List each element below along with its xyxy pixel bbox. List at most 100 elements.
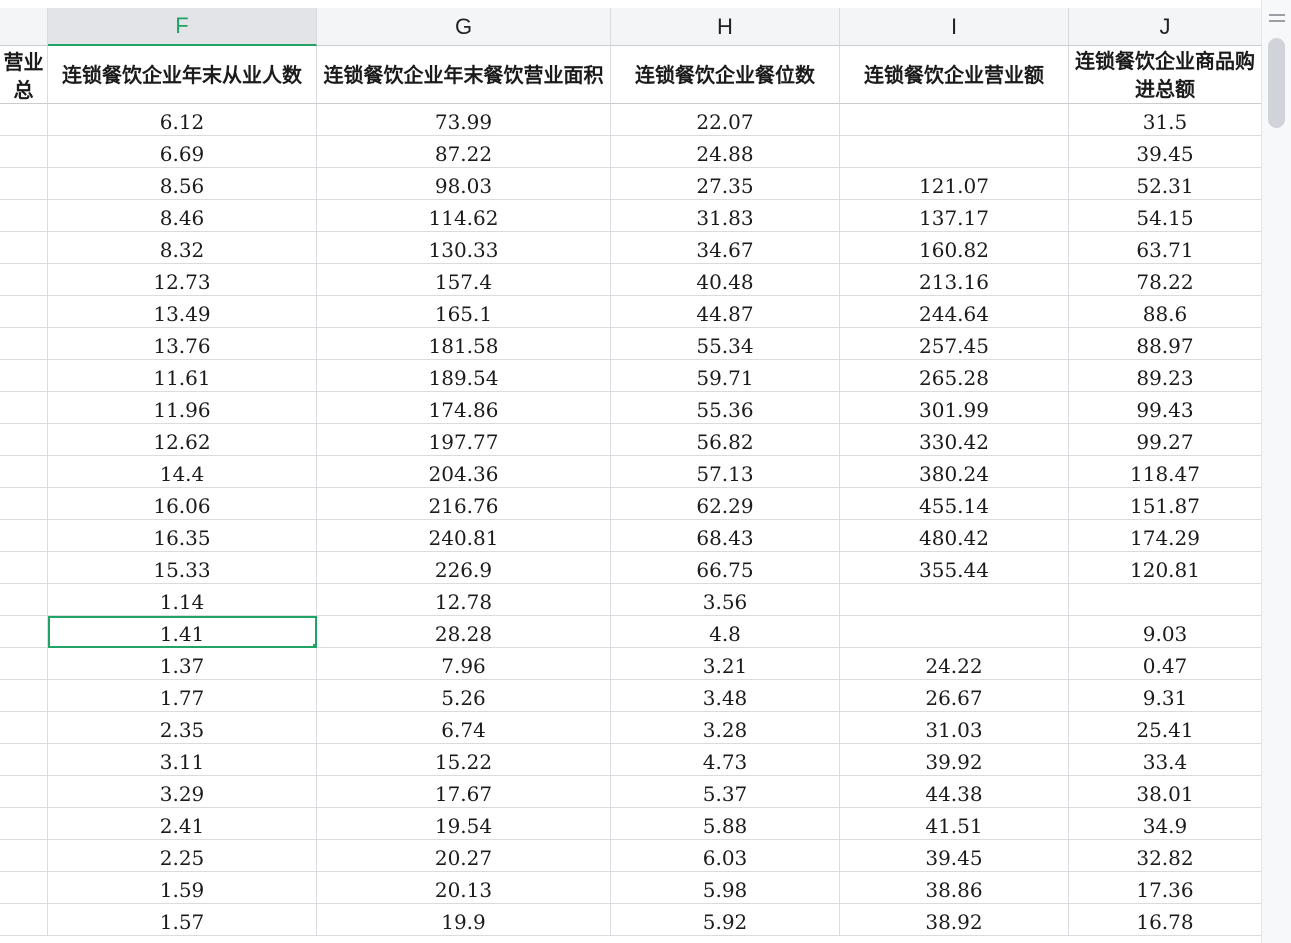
- cell-f[interactable]: 1.59: [48, 872, 317, 904]
- cell-j[interactable]: 120.81: [1069, 552, 1262, 584]
- cell-e[interactable]: [0, 840, 48, 872]
- cell-i[interactable]: 44.38: [840, 776, 1069, 808]
- cell-f[interactable]: 16.06: [48, 488, 317, 520]
- cell-j[interactable]: 16.78: [1069, 904, 1262, 936]
- cell-j[interactable]: 9.31: [1069, 680, 1262, 712]
- cell-e[interactable]: [0, 520, 48, 552]
- column-header-f[interactable]: F: [48, 8, 317, 46]
- cell-i[interactable]: [840, 104, 1069, 136]
- cell-h[interactable]: 4.8: [611, 616, 840, 648]
- cell-h[interactable]: 40.48: [611, 264, 840, 296]
- cell-g[interactable]: 28.28: [317, 616, 611, 648]
- cell-h[interactable]: 44.87: [611, 296, 840, 328]
- cell-g[interactable]: 189.54: [317, 360, 611, 392]
- cell-h[interactable]: 6.03: [611, 840, 840, 872]
- cell-e[interactable]: [0, 328, 48, 360]
- cell-e[interactable]: [0, 200, 48, 232]
- cell-g[interactable]: 7.96: [317, 648, 611, 680]
- cell-e[interactable]: [0, 168, 48, 200]
- cell-h[interactable]: 3.21: [611, 648, 840, 680]
- cell-i[interactable]: 39.92: [840, 744, 1069, 776]
- cell-i[interactable]: 301.99: [840, 392, 1069, 424]
- cell-f[interactable]: 3.11: [48, 744, 317, 776]
- header-cell-g[interactable]: 连锁餐饮企业年末餐饮营业面积: [317, 46, 611, 104]
- cell-g[interactable]: 17.67: [317, 776, 611, 808]
- cell-g[interactable]: 6.74: [317, 712, 611, 744]
- cell-g[interactable]: 197.77: [317, 424, 611, 456]
- cell-j[interactable]: 17.36: [1069, 872, 1262, 904]
- cell-h[interactable]: 5.37: [611, 776, 840, 808]
- cell-j[interactable]: 78.22: [1069, 264, 1262, 296]
- header-cell-e[interactable]: 营业总: [0, 46, 48, 104]
- cell-h[interactable]: 68.43: [611, 520, 840, 552]
- cell-j[interactable]: [1069, 584, 1262, 616]
- cell-g[interactable]: 98.03: [317, 168, 611, 200]
- cell-f[interactable]: 1.77: [48, 680, 317, 712]
- column-header-i[interactable]: I: [840, 8, 1069, 46]
- cell-f[interactable]: 12.62: [48, 424, 317, 456]
- cell-j[interactable]: 118.47: [1069, 456, 1262, 488]
- cell-e[interactable]: [0, 744, 48, 776]
- cell-f[interactable]: 11.96: [48, 392, 317, 424]
- fill-handle[interactable]: [313, 644, 316, 647]
- cell-i[interactable]: 121.07: [840, 168, 1069, 200]
- cell-i[interactable]: 355.44: [840, 552, 1069, 584]
- cell-h[interactable]: 34.67: [611, 232, 840, 264]
- header-cell-h[interactable]: 连锁餐饮企业餐位数: [611, 46, 840, 104]
- cell-g[interactable]: 12.78: [317, 584, 611, 616]
- cell-i[interactable]: 380.24: [840, 456, 1069, 488]
- selected-cell[interactable]: 1.41: [48, 616, 317, 648]
- cell-g[interactable]: 240.81: [317, 520, 611, 552]
- cell-f[interactable]: 2.41: [48, 808, 317, 840]
- cell-h[interactable]: 66.75: [611, 552, 840, 584]
- cell-h[interactable]: 31.83: [611, 200, 840, 232]
- cell-i[interactable]: 41.51: [840, 808, 1069, 840]
- cell-e[interactable]: [0, 776, 48, 808]
- cell-g[interactable]: 114.62: [317, 200, 611, 232]
- cell-g[interactable]: 216.76: [317, 488, 611, 520]
- cell-h[interactable]: 5.88: [611, 808, 840, 840]
- cell-e[interactable]: [0, 872, 48, 904]
- cell-h[interactable]: 62.29: [611, 488, 840, 520]
- cell-e[interactable]: [0, 904, 48, 936]
- cell-g[interactable]: 20.27: [317, 840, 611, 872]
- cell-f[interactable]: 6.69: [48, 136, 317, 168]
- cell-j[interactable]: 39.45: [1069, 136, 1262, 168]
- cell-j[interactable]: 31.5: [1069, 104, 1262, 136]
- cell-h[interactable]: 55.36: [611, 392, 840, 424]
- cell-g[interactable]: 157.4: [317, 264, 611, 296]
- cell-e[interactable]: [0, 264, 48, 296]
- cell-j[interactable]: 88.97: [1069, 328, 1262, 360]
- cell-f[interactable]: 1.14: [48, 584, 317, 616]
- cell-g[interactable]: 174.86: [317, 392, 611, 424]
- cell-j[interactable]: 54.15: [1069, 200, 1262, 232]
- cell-i[interactable]: 213.16: [840, 264, 1069, 296]
- cell-g[interactable]: 73.99: [317, 104, 611, 136]
- cell-j[interactable]: 34.9: [1069, 808, 1262, 840]
- cell-h[interactable]: 59.71: [611, 360, 840, 392]
- column-header-j[interactable]: J: [1069, 8, 1262, 46]
- cell-e[interactable]: [0, 392, 48, 424]
- cell-g[interactable]: 130.33: [317, 232, 611, 264]
- cell-h[interactable]: 22.07: [611, 104, 840, 136]
- vertical-scrollbar[interactable]: [1261, 0, 1291, 943]
- cell-j[interactable]: 52.31: [1069, 168, 1262, 200]
- cell-i[interactable]: 38.86: [840, 872, 1069, 904]
- cell-i[interactable]: [840, 616, 1069, 648]
- cell-j[interactable]: 9.03: [1069, 616, 1262, 648]
- cell-g[interactable]: 5.26: [317, 680, 611, 712]
- cell-e[interactable]: [0, 648, 48, 680]
- cell-i[interactable]: 480.42: [840, 520, 1069, 552]
- cell-f[interactable]: 8.32: [48, 232, 317, 264]
- cell-e[interactable]: [0, 104, 48, 136]
- cell-f[interactable]: 2.25: [48, 840, 317, 872]
- cell-j[interactable]: 63.71: [1069, 232, 1262, 264]
- cell-g[interactable]: 181.58: [317, 328, 611, 360]
- cell-i[interactable]: [840, 584, 1069, 616]
- cell-e[interactable]: [0, 424, 48, 456]
- cell-f[interactable]: 16.35: [48, 520, 317, 552]
- cell-e[interactable]: [0, 488, 48, 520]
- cell-e[interactable]: [0, 680, 48, 712]
- cell-j[interactable]: 38.01: [1069, 776, 1262, 808]
- cell-i[interactable]: 31.03: [840, 712, 1069, 744]
